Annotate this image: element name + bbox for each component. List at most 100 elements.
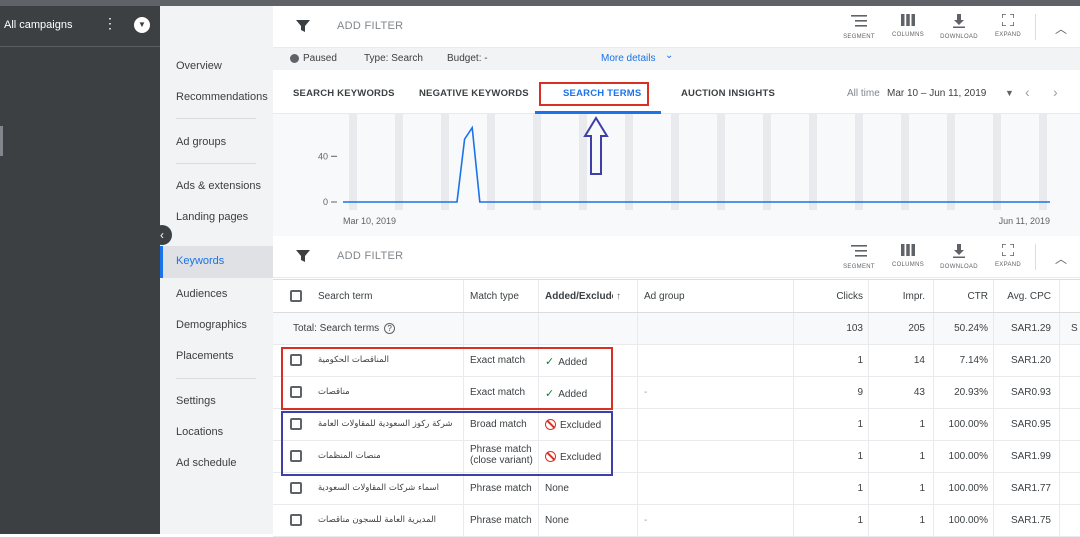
filter-icon[interactable] xyxy=(295,18,311,34)
row-checkbox[interactable] xyxy=(290,482,302,494)
annotation-red-box xyxy=(281,347,613,410)
avg-cpc: SAR1.99 xyxy=(1010,451,1051,462)
column-divider xyxy=(538,280,539,312)
expand-button[interactable]: EXPAND xyxy=(986,14,1030,38)
nav-divider xyxy=(176,163,256,164)
nav-item-audiences[interactable]: Audiences xyxy=(176,288,227,300)
columns-label: COLUMNS xyxy=(891,262,925,268)
more-details-link[interactable]: More details xyxy=(601,53,655,64)
segment-button[interactable]: SEGMENT xyxy=(837,244,881,270)
impressions: 1 xyxy=(919,419,925,430)
status-text: None xyxy=(545,483,569,494)
date-dropdown-icon[interactable]: ▼ xyxy=(1005,88,1014,98)
nav-divider xyxy=(176,118,256,119)
date-next-icon[interactable]: › xyxy=(1053,84,1058,100)
download-icon xyxy=(953,244,965,258)
expand-label: EXPAND xyxy=(994,32,1022,38)
added-excluded-status: None xyxy=(545,483,569,494)
collapse-nav-button[interactable]: ‹ xyxy=(152,225,172,245)
sort-ascending-icon[interactable]: ↑ xyxy=(616,291,621,302)
column-divider xyxy=(463,473,464,504)
column-divider xyxy=(793,505,794,536)
column-divider xyxy=(793,409,794,440)
nav-item-overview[interactable]: Overview xyxy=(176,60,222,72)
table-row: اسماء شركات المقاولات السعودية Phrase mat… xyxy=(273,473,1080,505)
column-divider xyxy=(993,409,994,440)
nav-item-ad-groups[interactable]: Ad groups xyxy=(176,136,226,148)
toolbar-divider xyxy=(1035,244,1036,270)
impressions: 1 xyxy=(919,515,925,526)
row-checkbox[interactable] xyxy=(290,514,302,526)
date-prev-icon[interactable]: ‹ xyxy=(1025,84,1030,100)
column-divider xyxy=(868,280,869,312)
date-range-picker[interactable]: Mar 10 – Jun 11, 2019 xyxy=(887,88,986,99)
help-icon[interactable]: ? xyxy=(384,323,396,334)
nav-item-landing-pages[interactable]: Landing pages xyxy=(176,211,248,223)
nav-item-recommendations[interactable]: Recommendations xyxy=(176,91,268,103)
toolbar-divider xyxy=(1035,14,1036,40)
chart-weekend-band xyxy=(671,114,679,210)
tab-search-keywords[interactable]: SEARCH KEYWORDS xyxy=(293,88,395,99)
avg-cpc: SAR1.20 xyxy=(1010,355,1051,366)
nav-item-keywords[interactable]: Keywords xyxy=(160,246,273,278)
nav-item-ads-extensions[interactable]: Ads & extensions xyxy=(176,180,261,192)
date-range-label: All time xyxy=(847,88,880,99)
column-divider xyxy=(933,473,934,504)
clicks: 1 xyxy=(857,355,863,366)
columns-button[interactable]: COLUMNS xyxy=(886,14,930,38)
columns-button[interactable]: COLUMNS xyxy=(886,244,930,268)
column-divider xyxy=(1059,505,1060,536)
total-clicks: 103 xyxy=(846,323,863,334)
add-filter-button[interactable]: ADD FILTER xyxy=(337,20,403,32)
col-match-type[interactable]: Match type xyxy=(470,291,519,302)
nav-item-settings[interactable]: Settings xyxy=(176,395,216,407)
col-ctr[interactable]: CTR xyxy=(938,291,988,302)
more-options-icon[interactable]: ⋮ xyxy=(100,16,120,30)
nav-item-locations[interactable]: Locations xyxy=(176,426,223,438)
ad-group[interactable]: - xyxy=(644,515,647,526)
download-button[interactable]: DOWNLOAD xyxy=(937,244,981,270)
col-search-term[interactable]: Search term xyxy=(318,291,372,302)
ad-group[interactable]: - xyxy=(644,387,647,398)
ctr: 7.14% xyxy=(959,355,988,366)
tab-negative-keywords[interactable]: NEGATIVE KEYWORDS xyxy=(419,88,529,99)
campaign-dropdown-icon[interactable]: ▼ xyxy=(134,17,150,33)
col-ad-group[interactable]: Ad group xyxy=(644,291,685,302)
col-avg-cpc[interactable]: Avg. CPC xyxy=(998,291,1051,302)
chevron-down-icon[interactable]: ⌄ xyxy=(665,50,673,61)
status-paused: Paused xyxy=(303,53,337,64)
filter-icon[interactable] xyxy=(295,248,311,264)
col-impr[interactable]: Impr. xyxy=(873,291,925,302)
select-all-checkbox[interactable] xyxy=(290,290,302,302)
series-line xyxy=(343,125,1050,203)
column-divider xyxy=(463,505,464,536)
column-divider xyxy=(793,441,794,472)
col-clicks[interactable]: Clicks xyxy=(800,291,863,302)
download-button[interactable]: DOWNLOAD xyxy=(937,14,981,40)
segment-button[interactable]: SEGMENT xyxy=(837,14,881,40)
column-divider xyxy=(933,377,934,408)
nav-item-placements[interactable]: Placements xyxy=(176,350,233,362)
column-divider xyxy=(637,313,638,344)
chart-weekend-band xyxy=(809,114,817,210)
chart-weekend-band xyxy=(349,114,357,210)
col-added-excluded[interactable]: Added/Excluded xyxy=(545,291,613,302)
add-filter-button[interactable]: ADD FILTER xyxy=(337,250,403,262)
column-divider xyxy=(793,313,794,344)
chevron-up-icon[interactable]: ︿ xyxy=(1055,20,1067,37)
clicks: 1 xyxy=(857,483,863,494)
chevron-up-icon[interactable]: ︿ xyxy=(1055,250,1067,267)
column-divider xyxy=(868,345,869,376)
nav-item-demographics[interactable]: Demographics xyxy=(176,319,247,331)
chart-weekend-band xyxy=(855,114,863,210)
campaign-selector-title[interactable]: All campaigns xyxy=(4,19,72,31)
download-icon xyxy=(953,14,965,28)
nav-item-ad-schedule[interactable]: Ad schedule xyxy=(176,457,237,469)
ctr: 100.00% xyxy=(948,515,988,526)
tab-auction-insights[interactable]: AUCTION INSIGHTS xyxy=(681,88,775,99)
annotation-blue-box xyxy=(281,411,613,476)
column-divider xyxy=(637,473,638,504)
expand-button[interactable]: EXPAND xyxy=(986,244,1030,268)
clicks: 1 xyxy=(857,515,863,526)
status-budget: Budget: - xyxy=(447,53,488,64)
